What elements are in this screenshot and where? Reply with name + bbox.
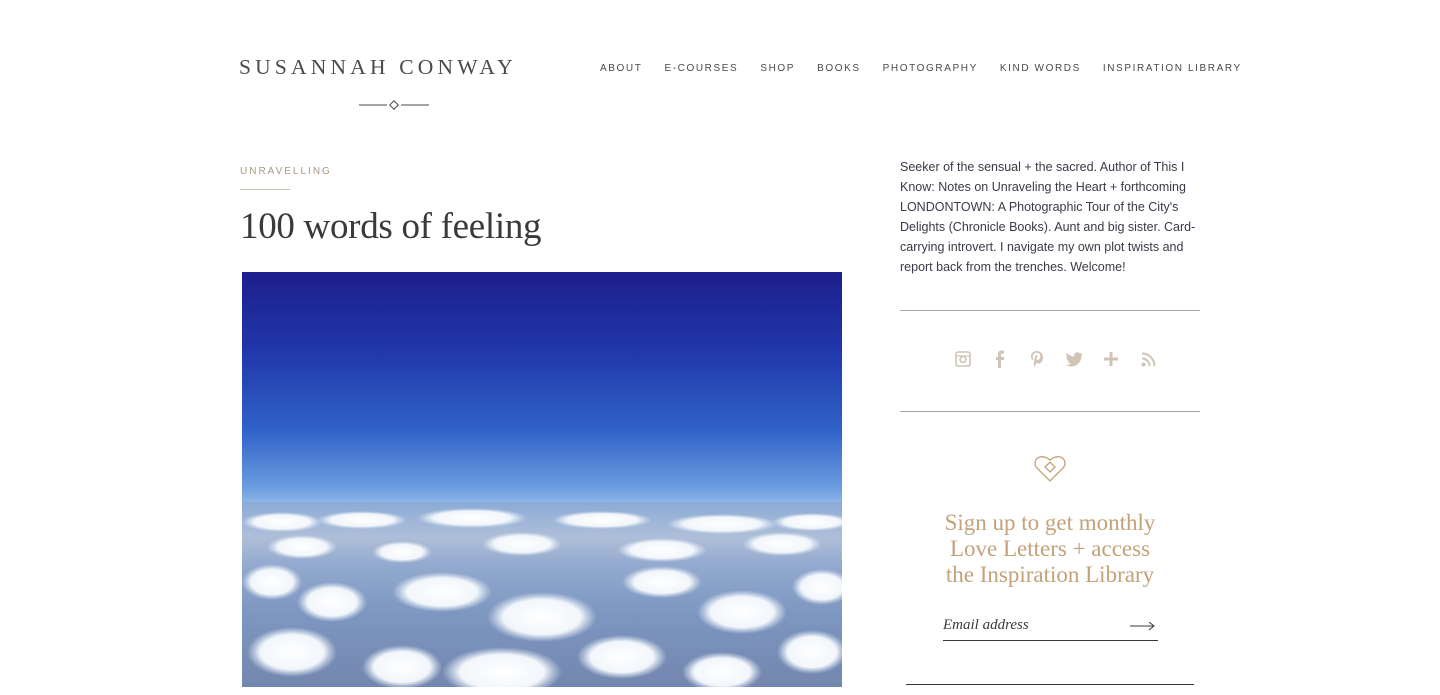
newsletter-form [943,616,1158,641]
category-divider [240,189,290,190]
sidebar-divider-top [900,310,1200,311]
logo-ornament-icon [359,100,429,110]
sidebar-divider-bottom [900,411,1200,412]
signup-title-line: the Inspiration Library [945,562,1155,587]
author-bio: Seeker of the sensual + the sacred. Auth… [900,160,1196,274]
nav-inspiration-library[interactable]: INSPIRATION LIBRARY [1103,63,1242,74]
sidebar-next-widget [906,684,1194,695]
pinterest-icon[interactable] [1027,349,1047,369]
sky-clouds-photo [242,502,842,687]
nav-books[interactable]: BOOKS [817,63,861,74]
heart-diamond-icon [1034,456,1066,482]
plus-icon[interactable] [1101,349,1121,369]
post-title[interactable]: 100 words of feeling [240,205,542,248]
nav-kind-words[interactable]: KIND WORDS [1000,63,1081,74]
twitter-icon[interactable] [1064,349,1084,369]
site-logo[interactable]: SUSANNAH CONWAY [239,55,551,110]
nav-shop[interactable]: SHOP [760,63,795,74]
nav-about[interactable]: ABOUT [600,63,642,74]
nav-e-courses[interactable]: E-COURSES [664,63,738,74]
signup-title-line: Sign up to get monthly [944,510,1156,535]
facebook-icon[interactable] [990,349,1010,369]
main-nav: ABOUT E-COURSES SHOP BOOKS PHOTOGRAPHY K… [600,63,1242,74]
post-hero-image [242,272,842,687]
nav-photography[interactable]: PHOTOGRAPHY [883,63,978,74]
signup-title: Sign up to get monthly Love Letters + ac… [900,510,1200,588]
submit-arrow-icon[interactable] [1130,620,1156,632]
instagram-icon[interactable] [953,349,973,369]
social-links [953,349,1158,369]
logo-text[interactable]: SUSANNAH CONWAY [239,55,551,80]
post-category[interactable]: UNRAVELLING [240,166,332,177]
signup-title-line: Love Letters + access [949,536,1151,561]
sidebar: Seeker of the sensual + the sacred. Auth… [900,157,1200,277]
rss-icon[interactable] [1138,349,1158,369]
email-field[interactable] [943,617,1123,634]
